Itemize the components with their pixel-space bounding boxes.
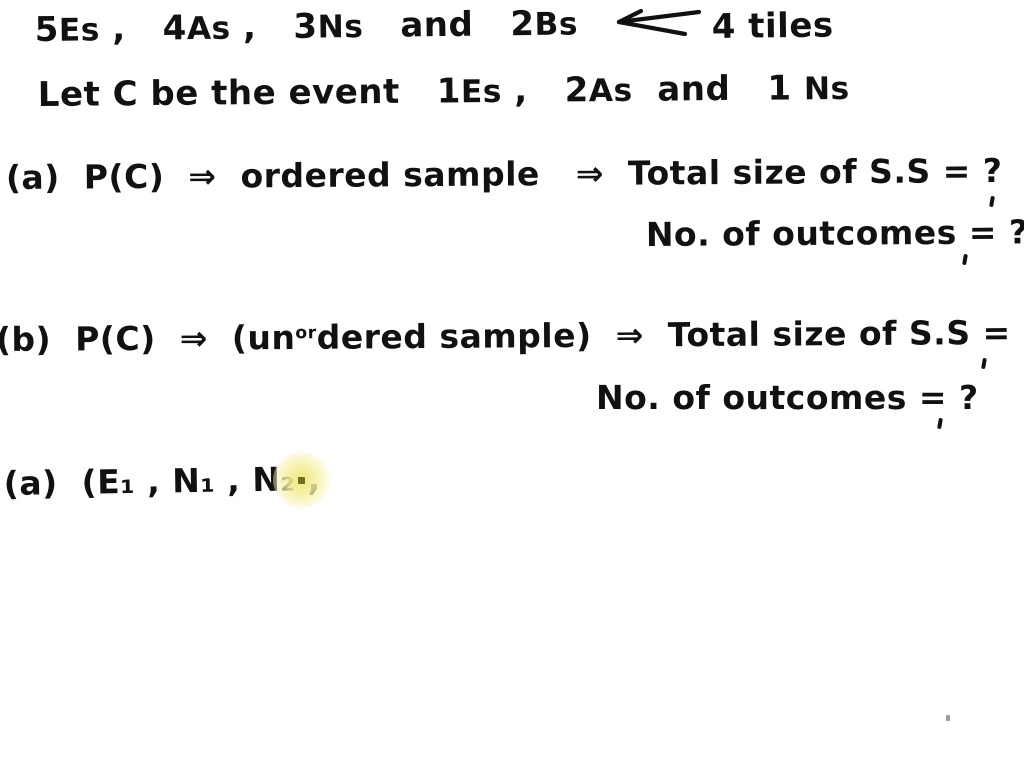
question-mark-dot (962, 253, 968, 266)
part-a-sample-type: ordered sample (240, 154, 540, 196)
part-b-arrow1: ⇒ (179, 318, 208, 358)
part-b-question-size: Total size of S.S = ? (667, 312, 1024, 355)
n-label: Ns (317, 8, 364, 46)
event-a-count: 2 (564, 70, 590, 111)
e-label: Es (58, 12, 101, 49)
a-count: 4 (162, 8, 188, 49)
a-label: As (186, 10, 231, 48)
b-label: Bs (534, 6, 579, 43)
stray-speck (946, 715, 950, 721)
event-e-count: 1 (436, 71, 462, 112)
tile-inventory-line: 5Es , 4As , 3Ns and 2Bs (34, 3, 579, 50)
question-mark-dot (937, 417, 943, 430)
event-conjunction: and (657, 68, 731, 110)
notes-page: 5Es , 4As , 3Ns and 2Bs 4 tiles Let C be… (0, 0, 1024, 768)
part-b-sample-type-rest: dered sample) (316, 315, 592, 357)
part-a-marker: (a) (5, 157, 60, 197)
event-e-label: Es (460, 73, 503, 111)
part-b-arrow2: ⇒ (615, 315, 644, 355)
answer-a-open-paren: ( (81, 462, 98, 502)
part-b-probability: P(C) (75, 318, 156, 359)
part-b-line: (b) P(C) ⇒ (unordered sample) ⇒ Total si… (0, 313, 1024, 359)
part-a-probability: P(C) (83, 156, 165, 197)
n-count: 3 (293, 6, 318, 47)
part-a-question-size: Total size of S.S = ? (627, 151, 1003, 193)
part-a-line: (a) P(C) ⇒ ordered sample ⇒ Total size o… (6, 151, 1003, 197)
part-a-arrow1: ⇒ (188, 156, 217, 196)
cursor-dot (298, 477, 305, 484)
event-n-label: Ns (803, 70, 850, 108)
part-b-marker: (b) (0, 319, 52, 359)
left-arrow-icon (615, 8, 701, 42)
part-a-arrow2: ⇒ (575, 153, 605, 194)
inventory-conjunction: and (400, 4, 474, 46)
event-a-label: As (588, 72, 633, 110)
b-count: 2 (510, 3, 535, 45)
tiles-annotation: 4 tiles (711, 5, 834, 48)
event-n-count: 1 (767, 68, 792, 109)
e-count: 5 (34, 9, 60, 50)
part-b-sample-type-open: (un (231, 317, 296, 358)
question-mark-dot (981, 357, 987, 370)
part-a-outcomes-line: No. of outcomes = ? (645, 212, 1024, 254)
answer-a-line: (a) (E₁ , N₁ , N₂ , (3, 459, 320, 503)
event-prefix: Let C be the event (37, 71, 400, 115)
answer-a-marker: (a) (3, 463, 58, 503)
question-mark-dot (989, 195, 995, 208)
answer-a-tuple: E₁ , N₁ , N₂ , (96, 459, 321, 502)
part-b-sample-type-insert: or (295, 323, 317, 344)
event-definition-line: Let C be the event 1Es , 2As and 1 Ns (37, 68, 850, 115)
part-b-outcomes-line: No. of outcomes = ? (596, 378, 979, 417)
